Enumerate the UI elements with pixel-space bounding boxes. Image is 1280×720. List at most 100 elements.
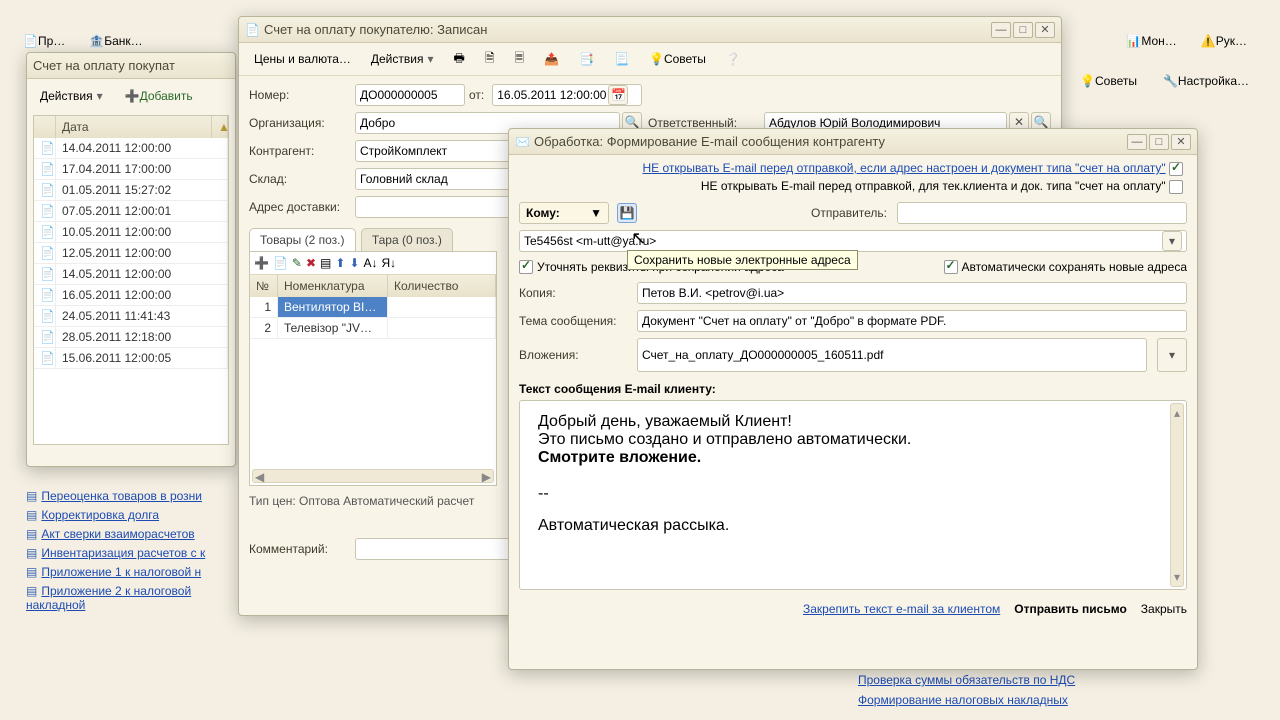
row-edit-icon[interactable]: ✎ [292, 256, 302, 270]
tab-tare[interactable]: Тара (0 поз.) [361, 228, 453, 251]
left-link[interactable]: Инвентаризация расчетов с к [41, 546, 205, 560]
calendar-icon[interactable]: 📅 [608, 85, 628, 105]
tooltip: Сохранить новые электронные адреса [627, 250, 858, 270]
col-num[interactable]: № [250, 275, 278, 297]
counterparty-label: Контрагент: [249, 140, 349, 162]
copy-field[interactable]: Петов В.И. <petrov@i.ua> [642, 286, 784, 300]
tab-pr[interactable]: 📄 Пр… [16, 30, 72, 52]
address-field[interactable]: Te5456st <m-utt@ya.ru> [524, 234, 656, 248]
number-field[interactable]: ДО000000005 [360, 88, 438, 102]
org-field[interactable]: Добро [360, 116, 395, 130]
top-tabs-right: 📊 Мон… ⚠️ Рук… [1119, 30, 1256, 52]
warehouse-label: Склад: [249, 168, 349, 190]
invoice-row[interactable]: 📄01.05.2011 15:27:02 [34, 180, 228, 201]
left-link[interactable]: Приложение 2 к налоговой накладной [26, 584, 191, 612]
date-field[interactable]: 16.05.2011 12:00:00 [497, 88, 606, 102]
send-button[interactable]: Отправить письмо [1014, 602, 1127, 616]
counterparty-field[interactable]: СтройКомплект [360, 144, 447, 158]
row-up-icon[interactable]: ⬆ [335, 256, 345, 270]
window-controls[interactable]: —□✕ [1125, 134, 1191, 150]
row-move-icon[interactable]: ▤ [320, 256, 331, 270]
col-qty[interactable]: Количество [388, 275, 496, 297]
invoice-row[interactable]: 📄28.05.2011 12:18:00 [34, 327, 228, 348]
tab-mon[interactable]: 📊 Мон… [1119, 30, 1183, 52]
checkbox[interactable] [1169, 162, 1183, 176]
to-dropdown[interactable]: Кому:▼ [519, 202, 609, 224]
doc-title: Счет на оплату покупателю: Записан [264, 22, 989, 37]
left-link[interactable]: Приложение 1 к налоговой н [41, 565, 201, 579]
row-down-icon[interactable]: ⬇ [349, 256, 359, 270]
email-window: ✉️ Обработка: Формирование E-mail сообще… [508, 128, 1198, 670]
goods-row[interactable]: 1 Вентилятор BI… [250, 297, 496, 318]
left-link[interactable]: Корректировка долга [41, 508, 159, 522]
tips-button[interactable]: 💡 Советы [1073, 70, 1144, 92]
row-add-icon[interactable]: ➕ [254, 256, 269, 270]
invoice-row[interactable]: 📄15.06.2011 12:00:05 [34, 348, 228, 369]
left-link[interactable]: Переоценка товаров в розни [41, 489, 202, 503]
body-label: Текст сообщения E-mail клиенту: [519, 382, 1187, 396]
doc-actions-dropdown[interactable]: Действия [364, 48, 441, 70]
tab-ruk[interactable]: ⚠️ Рук… [1194, 30, 1254, 52]
scrollbar[interactable]: ▴▾ [1170, 403, 1184, 587]
invoice-row[interactable]: 📄07.05.2011 12:00:01 [34, 201, 228, 222]
copy-label: Копия: [519, 282, 629, 304]
auto-save-checkbox[interactable] [944, 260, 958, 274]
invoice-rows: 📄14.04.2011 12:00:00📄17.04.2011 17:00:00… [34, 138, 228, 369]
row-sort-icon[interactable]: Я↓ [382, 256, 397, 270]
invoice-row[interactable]: 📄14.04.2011 12:00:00 [34, 138, 228, 159]
checkbox[interactable] [1169, 180, 1183, 194]
opt-no-open-1[interactable]: НЕ открывать E-mail перед отправкой, есл… [642, 161, 1165, 175]
toolbar-icon[interactable]: 📑 [572, 48, 601, 70]
invoice-row[interactable]: 📄14.05.2011 12:00:00 [34, 264, 228, 285]
link-vat-check[interactable]: Проверка суммы обязательств по НДС [858, 673, 1075, 687]
attach-field[interactable]: Счет_на_оплату_ДО000000005_160511.pdf [642, 348, 883, 362]
row-delete-icon[interactable]: ✖ [306, 256, 316, 270]
dropdown-icon[interactable]: ▾ [1162, 231, 1182, 251]
invoice-row[interactable]: 📄10.05.2011 12:00:00 [34, 222, 228, 243]
toolbar-icon[interactable]: 🗏 [507, 48, 531, 70]
toolbar-icon[interactable]: 📃 [607, 48, 636, 70]
email-body[interactable]: Добрый день, уважаемый Клиент! Это письм… [519, 400, 1187, 590]
col-date[interactable]: Дата [56, 116, 212, 138]
warehouse-field[interactable]: Головний склад [360, 172, 448, 186]
link-tax-invoices[interactable]: Формирование налоговых накладных [858, 693, 1068, 707]
tips-button[interactable]: 💡 Советы [642, 48, 713, 70]
invoice-row[interactable]: 📄12.05.2011 12:00:00 [34, 243, 228, 264]
refine-checkbox[interactable] [519, 260, 533, 274]
top-tabs: 📄 Пр… 🏦 Банк… [16, 30, 152, 52]
close-button[interactable]: Закрыть [1141, 602, 1187, 616]
toolbar-icon[interactable]: 🗎 [478, 48, 502, 70]
actions-dropdown[interactable]: Действия [33, 85, 110, 107]
number-label: Номер: [249, 84, 349, 106]
from-label: от: [469, 84, 488, 106]
left-link[interactable]: Акт сверки взаиморасчетов [41, 527, 194, 541]
row-copy-icon[interactable]: 📄 [273, 256, 288, 270]
row-sort-icon[interactable]: A↓ [364, 256, 378, 270]
prices-button[interactable]: Цены и валюта… [247, 48, 358, 70]
settings-button[interactable]: 🔧 Настройка… [1156, 70, 1256, 92]
window-controls[interactable]: —□✕ [989, 22, 1055, 38]
comment-label: Комментарий: [249, 538, 349, 560]
tab-goods[interactable]: Товары (2 поз.) [249, 228, 356, 251]
invoice-row[interactable]: 📄24.05.2011 11:41:43 [34, 306, 228, 327]
invoice-row[interactable]: 📄16.05.2011 12:00:00 [34, 285, 228, 306]
auto-save-label: Автоматически сохранять новые адреса [962, 260, 1187, 274]
email-title: Обработка: Формирование E-mail сообщения… [534, 134, 1125, 149]
pin-text-button[interactable]: Закрепить текст e-mail за клиентом [803, 602, 1000, 616]
save-address-icon[interactable]: 💾 [617, 203, 637, 223]
add-button[interactable]: ➕ Добавить [118, 85, 200, 107]
col-nomenclature[interactable]: Номенклатура [278, 275, 388, 297]
sender-label: Отправитель: [811, 202, 891, 224]
subject-field[interactable]: Документ "Счет на оплату" от "Добро" в ф… [642, 314, 946, 328]
left-links: ▤Переоценка товаров в розни▤Корректировк… [26, 484, 236, 617]
sender-field[interactable] [897, 202, 1187, 224]
help-icon[interactable]: ❔ [719, 48, 748, 70]
toolbar-icon[interactable]: 🖶 [446, 48, 471, 70]
maximize-icon: □ [1149, 134, 1169, 150]
tab-bank[interactable]: 🏦 Банк… [82, 30, 149, 52]
invoice-row[interactable]: 📄17.04.2011 17:00:00 [34, 159, 228, 180]
minimize-icon: — [991, 22, 1011, 38]
toolbar-icon[interactable]: 📤 [537, 48, 566, 70]
attach-dropdown-icon[interactable]: ▾ [1157, 338, 1187, 372]
goods-row[interactable]: 2 Телевізор "JV… [250, 318, 496, 339]
